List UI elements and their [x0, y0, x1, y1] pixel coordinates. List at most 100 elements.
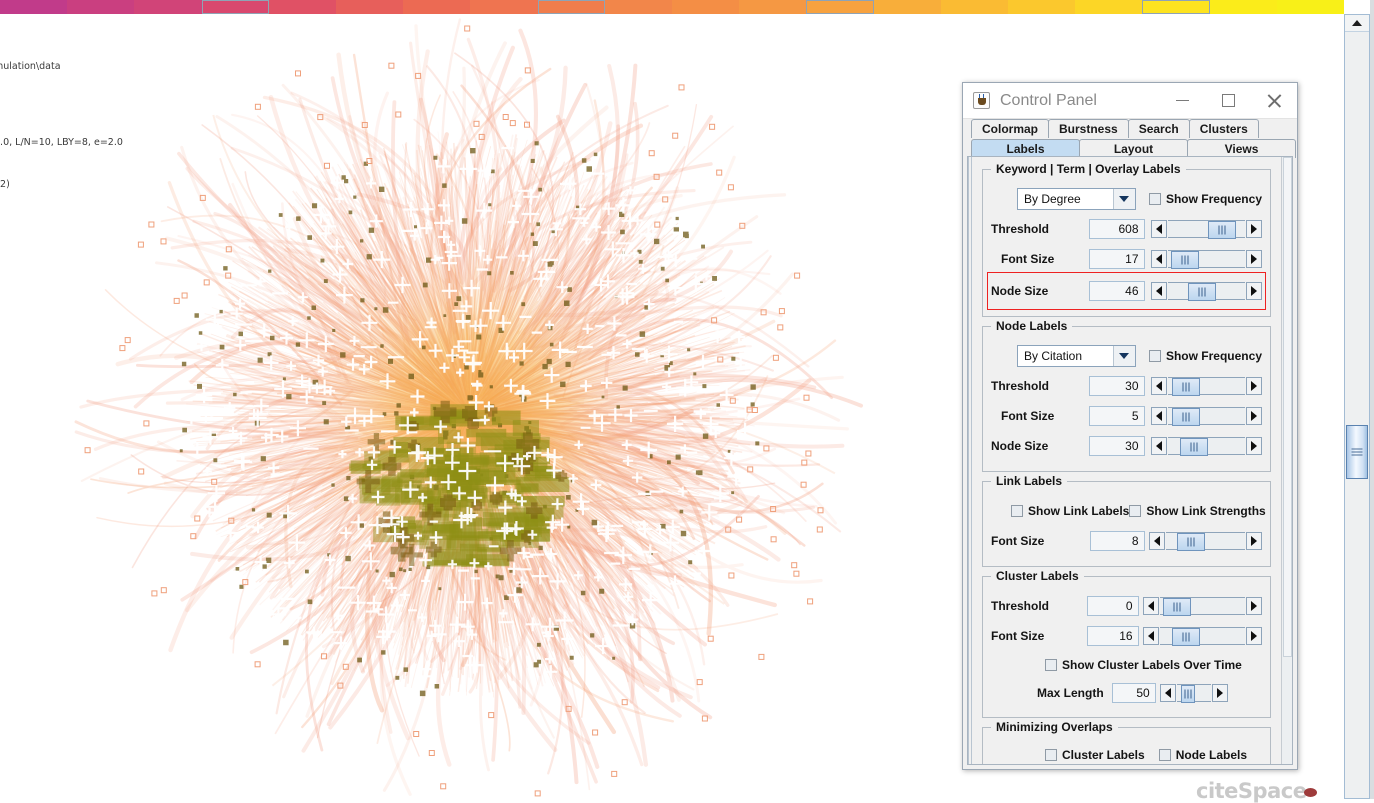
slider-track[interactable]: [1165, 532, 1246, 551]
slider-increment-icon[interactable]: [1246, 407, 1262, 425]
node-labels-font-size-slider[interactable]: [1150, 407, 1262, 426]
slider-track[interactable]: [1167, 282, 1246, 301]
colormap-segment-2[interactable]: [134, 0, 202, 14]
colormap-segment-12[interactable]: [806, 0, 874, 14]
tab-search[interactable]: Search: [1127, 119, 1190, 138]
colormap-segment-5[interactable]: [336, 0, 404, 14]
keyword-node-size-value[interactable]: 46: [1088, 281, 1145, 301]
cluster-font-size-value[interactable]: 16: [1087, 626, 1139, 646]
keyword-node-size-slider[interactable]: [1150, 282, 1263, 301]
tab-burstness[interactable]: Burstness: [1048, 119, 1129, 138]
colormap-segment-4[interactable]: [268, 0, 337, 14]
show-link-labels-checkbox[interactable]: Show Link Labels: [1011, 504, 1129, 518]
slider-increment-icon[interactable]: [1246, 437, 1263, 455]
control-panel-titlebar[interactable]: Control Panel: [963, 83, 1297, 119]
slider-decrement-icon[interactable]: [1150, 282, 1167, 300]
slider-decrement-icon[interactable]: [1150, 250, 1167, 268]
cluster-threshold-value[interactable]: 0: [1087, 596, 1139, 616]
slider-decrement-icon[interactable]: [1142, 597, 1159, 615]
minimize-node-labels-checkbox[interactable]: Node Labels: [1158, 748, 1247, 762]
node-labels-show-frequency-checkbox[interactable]: Show Frequency: [1148, 349, 1262, 363]
colormap-segment-16[interactable]: [1075, 0, 1143, 14]
slider-track[interactable]: [1167, 250, 1245, 269]
keyword-threshold-value[interactable]: 608: [1088, 219, 1145, 239]
colormap-segment-3[interactable]: [201, 0, 269, 14]
slider-thumb[interactable]: [1172, 378, 1201, 396]
keyword-font-size-value[interactable]: 17: [1088, 249, 1145, 269]
colormap-segment-7[interactable]: [470, 0, 538, 14]
slider-thumb[interactable]: [1207, 221, 1236, 239]
slider-thumb[interactable]: [1163, 598, 1192, 616]
minimize-cluster-labels-checkbox[interactable]: Cluster Labels: [1045, 748, 1145, 762]
panel-scrollbar-thumb[interactable]: [1283, 157, 1292, 657]
slider-increment-icon[interactable]: [1246, 377, 1263, 395]
slider-thumb[interactable]: [1179, 438, 1208, 456]
slider-increment-icon[interactable]: [1246, 250, 1262, 268]
cluster-threshold-slider[interactable]: [1142, 597, 1262, 616]
colormap-segment-11[interactable]: [739, 0, 807, 14]
slider-increment-icon[interactable]: [1246, 532, 1263, 550]
slider-thumb[interactable]: [1171, 628, 1200, 646]
keyword-show-frequency-checkbox[interactable]: Show Frequency: [1148, 192, 1262, 206]
canvas-vertical-scrollbar[interactable]: [1344, 14, 1370, 799]
scroll-up-button[interactable]: [1345, 15, 1369, 32]
colormap-segment-6[interactable]: [403, 0, 471, 14]
colormap-segment-19[interactable]: [1276, 0, 1345, 14]
node-labels-font-size-value[interactable]: 5: [1088, 406, 1145, 426]
slider-decrement-icon[interactable]: [1150, 437, 1167, 455]
slider-decrement-icon[interactable]: [1142, 627, 1159, 645]
node-labels-mode-combobox[interactable]: By Citation: [1017, 345, 1136, 367]
colormap-segment-0[interactable]: [0, 0, 68, 14]
tab-clusters[interactable]: Clusters: [1188, 119, 1259, 138]
show-cluster-labels-over-time-checkbox[interactable]: Show Cluster Labels Over Time: [1045, 658, 1242, 672]
slider-track[interactable]: [1167, 437, 1246, 456]
tab-colormap[interactable]: Colormap: [971, 119, 1050, 138]
colormap-segment-13[interactable]: [873, 0, 941, 14]
minimize-button[interactable]: [1159, 83, 1205, 118]
slider-track[interactable]: [1167, 377, 1246, 396]
slider-decrement-icon[interactable]: [1150, 220, 1167, 238]
colormap-segment-9[interactable]: [604, 0, 673, 14]
node-labels-threshold-slider[interactable]: [1150, 377, 1263, 396]
chevron-down-icon[interactable]: [1112, 346, 1135, 366]
show-link-strengths-checkbox[interactable]: Show Link Strengths: [1129, 504, 1266, 518]
slider-increment-icon[interactable]: [1246, 220, 1263, 238]
max-length-slider[interactable]: [1159, 684, 1228, 703]
node-labels-node-size-value[interactable]: 30: [1088, 436, 1145, 456]
close-button[interactable]: [1251, 83, 1297, 118]
node-labels-node-size-slider[interactable]: [1150, 437, 1263, 456]
cluster-font-size-slider[interactable]: [1142, 627, 1262, 646]
colormap-segment-10[interactable]: [672, 0, 740, 14]
colormap-segment-1[interactable]: [67, 0, 135, 14]
slider-track[interactable]: [1167, 407, 1245, 426]
control-panel-window[interactable]: Control Panel Colormap Burstness Search …: [962, 82, 1298, 770]
colormap-timeline-strip[interactable]: [0, 0, 1345, 14]
chevron-down-icon[interactable]: [1112, 189, 1135, 209]
slider-track[interactable]: [1176, 684, 1211, 703]
slider-track[interactable]: [1167, 220, 1246, 239]
slider-increment-icon[interactable]: [1211, 684, 1228, 702]
slider-decrement-icon[interactable]: [1148, 532, 1165, 550]
slider-increment-icon[interactable]: [1246, 597, 1262, 615]
slider-thumb[interactable]: [1172, 408, 1201, 426]
slider-decrement-icon[interactable]: [1159, 684, 1176, 702]
colormap-segment-18[interactable]: [1209, 0, 1277, 14]
colormap-segment-17[interactable]: [1142, 0, 1210, 14]
slider-thumb[interactable]: [1176, 533, 1205, 551]
slider-thumb[interactable]: [1170, 251, 1199, 269]
control-panel-tabbar[interactable]: Colormap Burstness Search Clusters Label…: [963, 119, 1297, 158]
slider-track[interactable]: [1159, 597, 1245, 616]
slider-increment-icon[interactable]: [1246, 282, 1263, 300]
slider-decrement-icon[interactable]: [1150, 377, 1167, 395]
keyword-mode-combobox[interactable]: By Degree: [1017, 188, 1136, 210]
keyword-font-size-slider[interactable]: [1150, 250, 1262, 269]
slider-track[interactable]: [1159, 627, 1245, 646]
slider-thumb[interactable]: [1187, 283, 1216, 301]
node-labels-threshold-value[interactable]: 30: [1088, 376, 1145, 396]
keyword-threshold-slider[interactable]: [1150, 220, 1263, 239]
maximize-button[interactable]: [1205, 83, 1251, 118]
link-labels-font-size-slider[interactable]: [1148, 532, 1263, 551]
colormap-segment-15[interactable]: [1008, 0, 1076, 14]
link-labels-font-size-value[interactable]: 8: [1090, 531, 1145, 551]
max-length-value[interactable]: 50: [1111, 683, 1156, 703]
